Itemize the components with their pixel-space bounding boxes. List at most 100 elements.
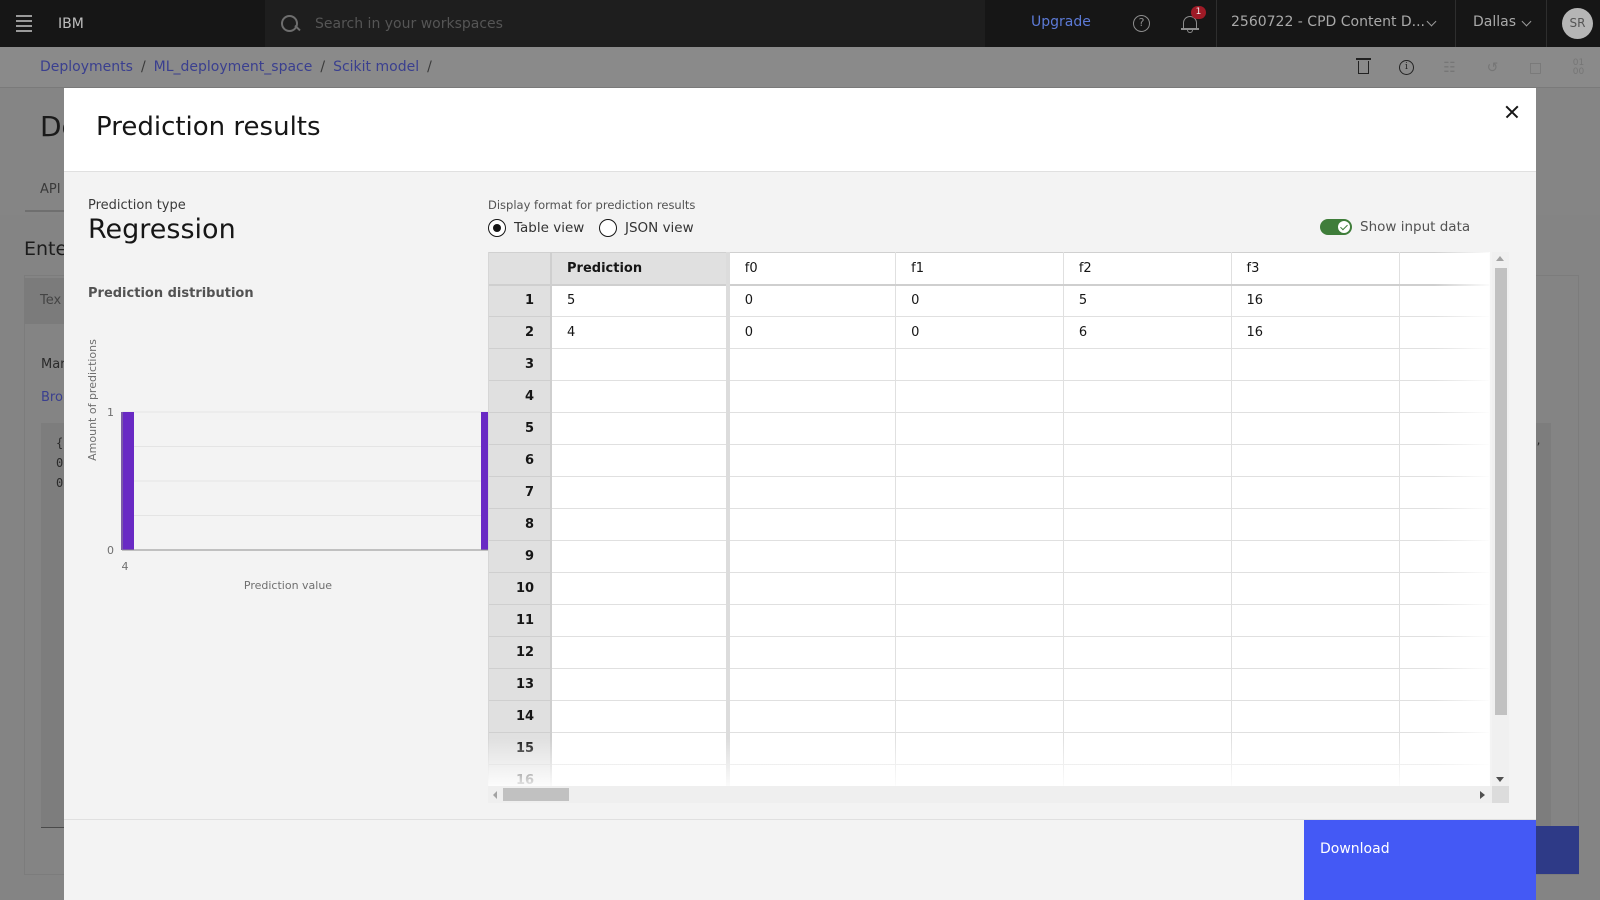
input-cell[interactable] (895, 540, 1064, 573)
input-cell[interactable] (727, 444, 897, 477)
search-input[interactable] (315, 15, 935, 32)
scroll-down-icon[interactable] (1496, 777, 1504, 782)
input-cell[interactable] (727, 604, 897, 637)
input-cell[interactable] (1063, 604, 1232, 637)
input-cell[interactable] (727, 732, 897, 765)
prediction-cell[interactable] (551, 508, 730, 541)
input-cell[interactable] (895, 732, 1064, 765)
input-cell[interactable] (727, 668, 897, 701)
input-cell[interactable]: 16 (1231, 284, 1400, 317)
input-cell[interactable] (1063, 668, 1232, 701)
input-cell[interactable] (1231, 764, 1400, 786)
input-cell[interactable] (895, 412, 1064, 445)
input-cell[interactable] (895, 764, 1064, 786)
toggle-switch[interactable] (1320, 219, 1352, 235)
prediction-cell[interactable] (551, 412, 730, 445)
input-cell[interactable] (895, 636, 1064, 669)
brand-logo[interactable]: IBM (48, 16, 264, 32)
input-cell[interactable] (895, 476, 1064, 509)
input-cell[interactable] (1063, 700, 1232, 733)
input-cell[interactable]: 6 (1063, 316, 1232, 349)
code-button[interactable]: 01 00 (1557, 47, 1600, 88)
scroll-thumb[interactable] (503, 788, 569, 801)
input-cell[interactable] (1063, 636, 1232, 669)
prediction-cell[interactable]: 4 (551, 316, 730, 349)
prediction-cell[interactable] (551, 380, 730, 413)
input-cell[interactable]: 0 (727, 284, 897, 317)
user-avatar[interactable]: SR (1562, 8, 1593, 39)
input-cell[interactable] (895, 348, 1064, 381)
input-cell[interactable] (895, 604, 1064, 637)
input-cell[interactable] (1231, 700, 1400, 733)
menu-button[interactable] (0, 0, 48, 47)
input-cell[interactable] (727, 348, 897, 381)
column-header-f1[interactable]: f1 (895, 252, 1064, 286)
table-view-radio[interactable]: Table view (488, 219, 584, 237)
input-cell[interactable] (1231, 380, 1400, 413)
prediction-cell[interactable] (551, 732, 730, 765)
input-cell[interactable] (1063, 764, 1232, 786)
input-cell[interactable] (1063, 380, 1232, 413)
breadcrumb-model[interactable]: Scikit model (333, 59, 419, 75)
input-cell[interactable] (1063, 540, 1232, 573)
input-cell[interactable] (895, 508, 1064, 541)
lineage-button[interactable]: ☷ (1428, 47, 1471, 88)
prediction-cell[interactable] (551, 444, 730, 477)
input-cell[interactable] (727, 380, 897, 413)
input-cell[interactable] (1063, 476, 1232, 509)
input-cell[interactable] (895, 572, 1064, 605)
input-cell[interactable] (727, 540, 897, 573)
input-cell[interactable] (1063, 348, 1232, 381)
prediction-cell[interactable] (551, 476, 730, 509)
download-button[interactable]: Download (1304, 820, 1536, 900)
input-cell[interactable]: 0 (895, 316, 1064, 349)
input-cell[interactable] (1231, 540, 1400, 573)
input-cell[interactable]: 5 (1063, 284, 1232, 317)
scroll-left-icon[interactable] (493, 791, 497, 799)
input-cell[interactable] (1063, 572, 1232, 605)
input-cell[interactable]: 0 (895, 284, 1064, 317)
input-cell[interactable] (1231, 508, 1400, 541)
prediction-cell[interactable] (551, 636, 730, 669)
input-cell[interactable] (1231, 444, 1400, 477)
input-cell[interactable] (1063, 444, 1232, 477)
input-cell[interactable] (727, 476, 897, 509)
prediction-cell[interactable] (551, 700, 730, 733)
prediction-cell[interactable] (551, 572, 730, 605)
help-icon[interactable]: ? (1133, 15, 1150, 32)
scroll-thumb[interactable] (1495, 268, 1507, 715)
prediction-cell[interactable] (551, 604, 730, 637)
input-cell[interactable] (1231, 732, 1400, 765)
input-cell[interactable] (1231, 476, 1400, 509)
input-cell[interactable]: 16 (1231, 316, 1400, 349)
input-cell[interactable] (1231, 604, 1400, 637)
input-cell[interactable] (1231, 412, 1400, 445)
input-cell[interactable] (727, 572, 897, 605)
column-header-f0[interactable]: f0 (727, 252, 897, 286)
close-icon[interactable] (1500, 100, 1524, 124)
region-switcher[interactable]: Dallas (1473, 14, 1516, 30)
input-cell[interactable] (727, 636, 897, 669)
input-cell[interactable] (1063, 732, 1232, 765)
input-cell[interactable] (727, 412, 897, 445)
account-switcher[interactable]: 2560722 - CPD Content D... (1231, 14, 1425, 30)
scroll-up-icon[interactable] (1496, 256, 1504, 261)
input-cell[interactable] (1063, 508, 1232, 541)
column-header-f2[interactable]: f2 (1063, 252, 1232, 286)
search-bar[interactable] (265, 0, 985, 47)
scroll-right-icon[interactable] (1480, 791, 1485, 799)
input-cell[interactable] (895, 380, 1064, 413)
upgrade-link[interactable]: Upgrade (1031, 14, 1091, 30)
breadcrumb-space[interactable]: ML_deployment_space (154, 59, 313, 75)
input-cell[interactable] (1231, 668, 1400, 701)
input-cell[interactable] (727, 764, 897, 786)
input-cell[interactable] (1231, 572, 1400, 605)
input-cell[interactable] (1231, 636, 1400, 669)
prediction-cell[interactable] (551, 668, 730, 701)
horizontal-scrollbar[interactable] (488, 786, 1492, 803)
input-cell[interactable] (895, 444, 1064, 477)
show-input-data-toggle[interactable]: Show input data (1320, 219, 1470, 235)
input-cell[interactable] (895, 700, 1064, 733)
history-button[interactable]: ↺ (1471, 47, 1514, 88)
json-view-radio[interactable]: JSON view (599, 219, 694, 237)
